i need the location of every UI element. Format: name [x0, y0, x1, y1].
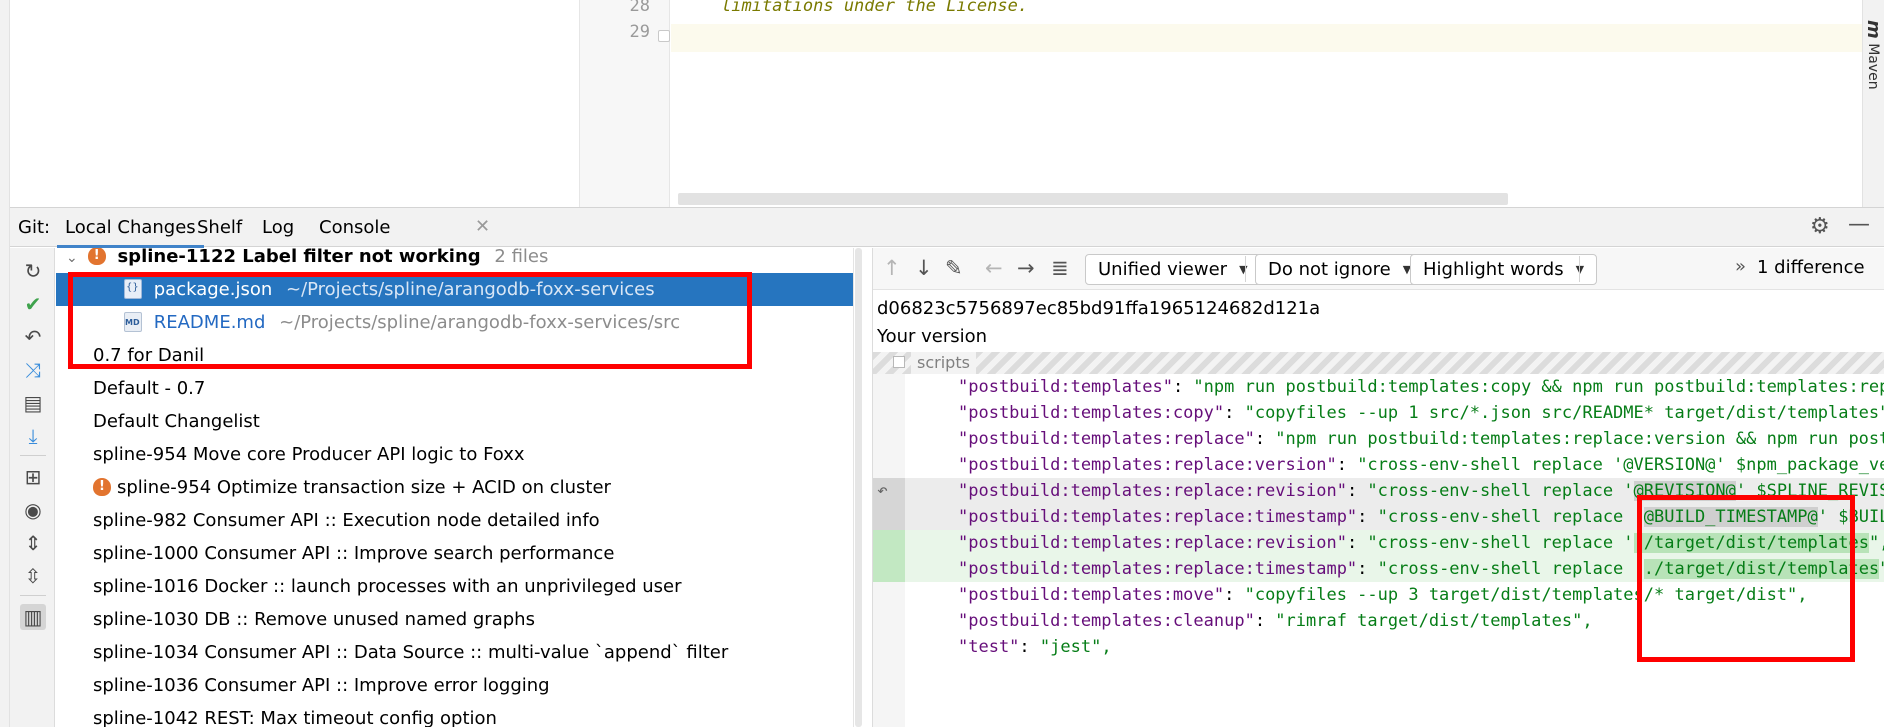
changelist-name: spline-1030 DB :: Remove unused named gr…	[93, 609, 535, 630]
line-number: 29	[629, 22, 650, 42]
download-icon[interactable]: ⤓	[20, 423, 46, 449]
changelist-name: Default - 0.7	[93, 378, 206, 399]
changes-tree-scrollbar[interactable]	[853, 248, 863, 727]
difference-count: 1 difference	[1757, 257, 1865, 278]
changelist-row[interactable]: spline-982 Consumer API :: Execution nod…	[56, 504, 856, 537]
changelist-name: Default Changelist	[93, 411, 260, 432]
toolbar-separator	[20, 455, 46, 456]
back-arrow-icon[interactable]: ←	[985, 256, 1003, 280]
changelist-row[interactable]: spline-1016 Docker :: launch processes w…	[56, 570, 856, 603]
changelist-name: spline-1042 REST: Max timeout config opt…	[93, 708, 497, 727]
changelist-name: spline-954 Optimize transaction size + A…	[117, 477, 611, 498]
fold-marker-icon[interactable]	[658, 30, 670, 42]
changelist-row[interactable]: spline-954 Optimize transaction size + A…	[56, 470, 856, 504]
menu-list-icon[interactable]: ≣	[1051, 256, 1069, 280]
changelist-row[interactable]: spline-1042 REST: Max timeout config opt…	[56, 702, 856, 727]
close-console-tab-icon[interactable]: ✕	[475, 216, 490, 237]
changelist-name: spline-1034 Consumer API :: Data Source …	[93, 642, 729, 663]
collapsed-unchanged-region[interactable]: scripts	[873, 352, 1884, 374]
tab-log[interactable]: Log	[262, 217, 294, 238]
diff-line: "postbuild:templates:copy": "copyfiles -…	[958, 403, 1884, 423]
viewer-mode-value: Unified viewer	[1098, 259, 1228, 280]
tab-shelf[interactable]: Shelf	[197, 217, 242, 238]
changelist-row[interactable]: spline-1000 Consumer API :: Improve sear…	[56, 537, 856, 570]
commit-check-icon[interactable]: ✔	[20, 291, 46, 317]
changelist-row[interactable]: spline-1034 Consumer API :: Data Source …	[56, 636, 856, 669]
diff-toolbar: ↑ ↓ ✎ ← → ≣ Unified viewer ▼ Do not ignor…	[873, 248, 1884, 290]
viewer-mode-dropdown[interactable]: Unified viewer ▼	[1085, 254, 1261, 285]
previous-difference-icon[interactable]: ↑	[883, 256, 901, 280]
changelist-name: spline-1016 Docker :: launch processes w…	[93, 576, 682, 597]
ignore-whitespace-dropdown[interactable]: Do not ignore ▼	[1255, 254, 1425, 285]
changelist-flag-icon	[93, 470, 111, 503]
refresh-icon[interactable]: ↻	[20, 258, 46, 284]
maven-tool-tab[interactable]: m Maven	[1863, 20, 1884, 100]
toolbar-separator	[1245, 256, 1246, 282]
chevron-down-icon: ▼	[1239, 263, 1248, 276]
breadcrumb: scripts	[911, 352, 976, 374]
changelist-name: spline-1122 Label filter not working	[117, 248, 481, 267]
rollback-icon[interactable]: ↶	[20, 324, 46, 350]
annotation-box-diff	[1637, 495, 1855, 662]
changelist-name: spline-954 Move core Producer API logic …	[93, 444, 525, 465]
editor-horizontal-scrollbar[interactable]	[678, 193, 1508, 205]
line-number: 28	[629, 0, 650, 16]
diff-line: "postbuild:templates:replace:version": "…	[958, 455, 1884, 475]
collapse-all-icon[interactable]: ⇳	[20, 563, 46, 589]
show-diff-panel-icon[interactable]: ▥	[20, 604, 46, 630]
group-icon[interactable]: ⊞	[20, 464, 46, 490]
version-label: Your version	[877, 326, 988, 347]
changelist-name: spline-982 Consumer API :: Execution nod…	[93, 510, 600, 531]
merge-arrows-icon[interactable]: ⤨	[20, 357, 46, 383]
tool-window-title: Git:	[18, 217, 51, 238]
tab-console[interactable]: Console	[319, 217, 390, 238]
revert-change-icon[interactable]: ↶	[877, 478, 888, 504]
caret-line-highlight	[671, 24, 1862, 52]
scrollbar-thumb[interactable]	[855, 248, 862, 727]
toolbar-separator	[1579, 256, 1580, 282]
changelist-row[interactable]: Default Changelist	[56, 405, 856, 438]
minimize-icon[interactable]: —	[1848, 212, 1870, 237]
changelist-row[interactable]: spline-1030 DB :: Remove unused named gr…	[56, 603, 856, 636]
editor-area: 28 29 limitations under the License. m M…	[0, 0, 1884, 207]
expand-all-icon[interactable]: ⇕	[20, 530, 46, 556]
maven-icon: m	[1863, 20, 1884, 39]
expand-fragment-icon[interactable]	[893, 356, 905, 368]
changelist-row[interactable]: Default - 0.7	[56, 372, 856, 405]
gear-icon[interactable]: ⚙	[1810, 214, 1830, 239]
project-panel	[10, 0, 580, 207]
maven-tab-label: Maven	[1865, 43, 1881, 90]
changelist-row[interactable]: spline-1036 Consumer API :: Improve erro…	[56, 669, 856, 702]
editor-gutter: 28 29	[580, 0, 670, 207]
next-difference-icon[interactable]: ↓	[915, 256, 933, 280]
changes-toolbar: ↻ ✔ ↶ ⤨ ▤ ⤓ ⊞ ◉ ⇕ ⇳ ▥	[10, 248, 55, 727]
edit-source-icon[interactable]: ✎	[945, 256, 963, 280]
revision-hash: d06823c5756897ec85bd91ffa1965124682d121a	[877, 298, 1321, 319]
changelist-name: spline-1036 Consumer API :: Improve erro…	[93, 675, 550, 696]
changelist-row-active[interactable]: ⌄ spline-1122 Label filter not working 2…	[56, 248, 856, 273]
message-icon[interactable]: ▤	[20, 390, 46, 416]
code-line: limitations under the License.	[721, 0, 1029, 16]
highlight-mode-dropdown[interactable]: Highlight words▼	[1410, 254, 1598, 285]
tab-local-changes[interactable]: Local Changes	[57, 217, 204, 248]
left-tool-strip	[0, 0, 10, 727]
ignore-mode-value: Do not ignore	[1268, 259, 1391, 280]
more-actions-icon[interactable]: »	[1735, 256, 1746, 277]
changelist-name: spline-1000 Consumer API :: Improve sear…	[93, 543, 615, 564]
changelist-flag-icon	[87, 248, 106, 272]
code-editor[interactable]: limitations under the License.	[671, 0, 1862, 207]
highlight-mode-value: Highlight words	[1423, 259, 1564, 280]
diff-line: "postbuild:templates": "npm run postbuil…	[958, 377, 1884, 397]
changelist-row[interactable]: spline-954 Move core Producer API logic …	[56, 438, 856, 471]
toolbar-separator	[20, 595, 46, 596]
forward-arrow-icon[interactable]: →	[1017, 256, 1035, 280]
git-tool-window-header: Git: Local Changes Shelf Log Console ✕ ⚙…	[10, 207, 1884, 248]
eye-icon[interactable]: ◉	[20, 497, 46, 523]
chevron-down-icon[interactable]: ⌄	[66, 248, 82, 275]
diff-line: "postbuild:templates:replace": "npm run …	[958, 429, 1884, 449]
changelist-file-count: 2 files	[494, 248, 549, 267]
annotation-box-files	[68, 272, 752, 369]
